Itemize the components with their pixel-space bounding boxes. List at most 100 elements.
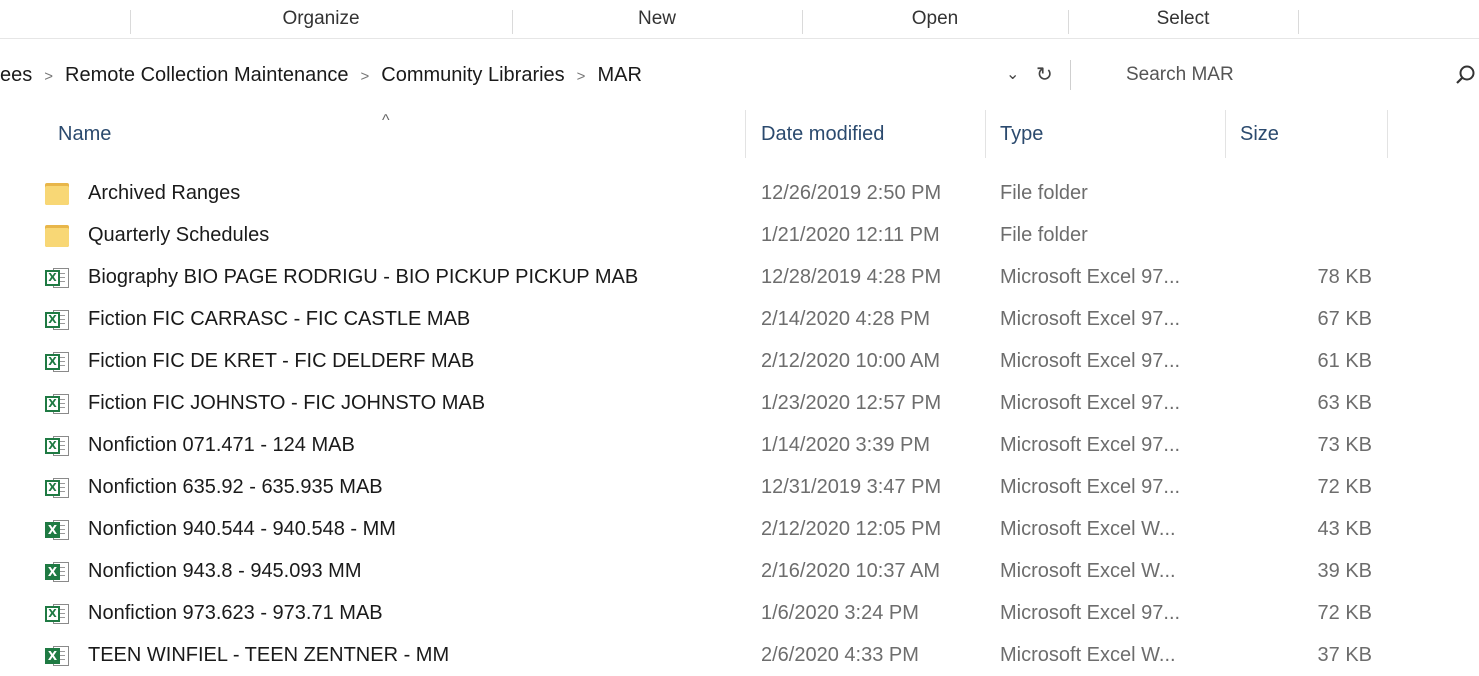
ribbon-group-open: Open bbox=[911, 8, 959, 29]
ribbon-border bbox=[0, 38, 1479, 39]
file-size: 72 KB bbox=[1317, 476, 1372, 498]
file-date-modified: 2/6/2020 4:33 PM bbox=[761, 644, 919, 666]
file-type: Microsoft Excel W... bbox=[1000, 560, 1176, 582]
file-date-modified: 2/14/2020 4:28 PM bbox=[761, 308, 931, 330]
file-type: Microsoft Excel 97... bbox=[1000, 434, 1181, 456]
excel-97-icon: X bbox=[45, 475, 71, 501]
file-name: Nonfiction 635.92 - 635.935 MAB bbox=[88, 476, 383, 498]
excel-97-icon: X bbox=[45, 433, 71, 459]
address-divider bbox=[1070, 60, 1071, 90]
file-date-modified: 1/6/2020 3:24 PM bbox=[761, 602, 919, 624]
file-type: File folder bbox=[1000, 182, 1088, 204]
column-divider[interactable] bbox=[985, 110, 986, 158]
column-header-name[interactable]: Name bbox=[58, 117, 111, 151]
file-name: Fiction FIC JOHNSTO - FIC JOHNSTO MAB bbox=[88, 392, 486, 414]
file-type: Microsoft Excel 97... bbox=[1000, 476, 1181, 498]
file-size: 43 KB bbox=[1317, 518, 1372, 540]
file-type: Microsoft Excel 97... bbox=[1000, 602, 1181, 624]
file-name: Nonfiction 071.471 - 124 MAB bbox=[88, 434, 355, 456]
file-date-modified: 2/16/2020 10:37 AM bbox=[761, 560, 941, 582]
file-size: 78 KB bbox=[1317, 266, 1372, 288]
chevron-right-icon[interactable]: > bbox=[361, 58, 370, 96]
breadcrumb-item-community-libraries[interactable]: Community Libraries bbox=[381, 56, 564, 94]
file-row[interactable]: X Nonfiction 071.471 - 124 MAB 1/14/2020… bbox=[0, 424, 1479, 466]
file-type: Microsoft Excel 97... bbox=[1000, 350, 1181, 372]
file-date-modified: 1/21/2020 12:11 PM bbox=[761, 224, 940, 246]
column-divider[interactable] bbox=[745, 110, 746, 158]
excel-workbook-icon: X bbox=[45, 643, 71, 669]
file-date-modified: 2/12/2020 12:05 PM bbox=[761, 518, 942, 540]
file-name: Fiction FIC CARRASC - FIC CASTLE MAB bbox=[88, 308, 471, 330]
file-name: Nonfiction 943.8 - 945.093 MM bbox=[88, 560, 362, 582]
file-row[interactable]: X Nonfiction 940.544 - 940.548 - MM 2/12… bbox=[0, 508, 1479, 550]
breadcrumb-item-mar[interactable]: MAR bbox=[597, 56, 641, 94]
file-size: 37 KB bbox=[1317, 644, 1372, 666]
file-type: Microsoft Excel W... bbox=[1000, 644, 1176, 666]
file-row[interactable]: X Fiction FIC JOHNSTO - FIC JOHNSTO MAB … bbox=[0, 382, 1479, 424]
excel-97-icon: X bbox=[45, 391, 71, 417]
file-date-modified: 1/23/2020 12:57 PM bbox=[761, 392, 942, 414]
file-row[interactable]: X Nonfiction 973.623 - 973.71 MAB 1/6/20… bbox=[0, 592, 1479, 634]
file-name: TEEN WINFIEL - TEEN ZENTNER - MM bbox=[88, 644, 450, 666]
file-list: Archived Ranges 12/26/2019 2:50 PM File … bbox=[0, 172, 1479, 676]
chevron-right-icon[interactable]: > bbox=[577, 58, 586, 96]
search-icon[interactable] bbox=[1455, 64, 1477, 86]
file-date-modified: 12/26/2019 2:50 PM bbox=[761, 182, 942, 204]
sort-ascending-icon: ^ bbox=[382, 112, 390, 129]
ribbon-group-organize: Organize bbox=[282, 8, 360, 29]
file-name: Archived Ranges bbox=[88, 182, 241, 204]
ribbon-group-new: New bbox=[637, 8, 676, 29]
folder-icon bbox=[45, 223, 71, 249]
file-row[interactable]: X Biography BIO PAGE RODRIGU - BIO PICKU… bbox=[0, 256, 1479, 298]
ribbon-group-select: Select bbox=[1156, 8, 1210, 29]
refresh-icon[interactable]: ↻ bbox=[1036, 56, 1053, 94]
file-size: 67 KB bbox=[1317, 308, 1372, 330]
chevron-right-icon[interactable]: > bbox=[44, 58, 53, 96]
excel-97-icon: X bbox=[45, 601, 71, 627]
file-type: Microsoft Excel 97... bbox=[1000, 266, 1181, 288]
file-name: Nonfiction 940.544 - 940.548 - MM bbox=[88, 518, 396, 540]
file-row[interactable]: Quarterly Schedules 1/21/2020 12:11 PM F… bbox=[0, 214, 1479, 256]
file-date-modified: 12/28/2019 4:28 PM bbox=[761, 266, 942, 288]
breadcrumb: ees > Remote Collection Maintenance > Commun… bbox=[0, 56, 642, 94]
breadcrumb-item-truncated[interactable]: ees bbox=[0, 56, 32, 94]
file-name: Fiction FIC DE KRET - FIC DELDERF MAB bbox=[88, 350, 475, 372]
file-type: Microsoft Excel 97... bbox=[1000, 392, 1181, 414]
file-row[interactable]: Archived Ranges 12/26/2019 2:50 PM File … bbox=[0, 172, 1479, 214]
file-row[interactable]: X Nonfiction 943.8 - 945.093 MM 2/16/202… bbox=[0, 550, 1479, 592]
file-size: 61 KB bbox=[1317, 350, 1372, 372]
column-divider[interactable] bbox=[1387, 110, 1388, 158]
column-header-date-modified[interactable]: Date modified bbox=[761, 117, 884, 151]
ribbon-divider bbox=[1298, 10, 1299, 34]
file-date-modified: 1/14/2020 3:39 PM bbox=[761, 434, 931, 456]
file-row[interactable]: X Fiction FIC CARRASC - FIC CASTLE MAB 2… bbox=[0, 298, 1479, 340]
column-header-size[interactable]: Size bbox=[1240, 117, 1279, 151]
file-name: Biography BIO PAGE RODRIGU - BIO PICKUP … bbox=[88, 266, 639, 288]
file-size: 63 KB bbox=[1317, 392, 1372, 414]
file-row[interactable]: X Nonfiction 635.92 - 635.935 MAB 12/31/… bbox=[0, 466, 1479, 508]
file-size: 39 KB bbox=[1317, 560, 1372, 582]
excel-97-icon: X bbox=[45, 265, 71, 291]
excel-workbook-icon: X bbox=[45, 517, 71, 543]
breadcrumb-item-remote-collection-maintenance[interactable]: Remote Collection Maintenance bbox=[65, 56, 349, 94]
excel-97-icon: X bbox=[45, 307, 71, 333]
file-row[interactable]: X Fiction FIC DE KRET - FIC DELDERF MAB … bbox=[0, 340, 1479, 382]
column-divider[interactable] bbox=[1225, 110, 1226, 158]
excel-97-icon: X bbox=[45, 349, 71, 375]
file-size: 73 KB bbox=[1317, 434, 1372, 456]
file-type: Microsoft Excel W... bbox=[1000, 518, 1176, 540]
address-bar[interactable]: ees > Remote Collection Maintenance > Commun… bbox=[0, 56, 1075, 94]
file-row[interactable]: X TEEN WINFIEL - TEEN ZENTNER - MM 2/6/2… bbox=[0, 634, 1479, 676]
search-box[interactable] bbox=[1096, 56, 1476, 94]
file-name: Quarterly Schedules bbox=[88, 224, 270, 246]
file-size bbox=[1230, 214, 1372, 256]
ribbon-groups: Organize New Open Select bbox=[0, 0, 1479, 38]
file-date-modified: 2/12/2020 10:00 AM bbox=[761, 350, 941, 372]
file-size bbox=[1230, 172, 1372, 214]
search-input[interactable] bbox=[1096, 56, 1436, 94]
column-header-type[interactable]: Type bbox=[1000, 117, 1043, 151]
file-type: Microsoft Excel 97... bbox=[1000, 308, 1181, 330]
file-date-modified: 12/31/2019 3:47 PM bbox=[761, 476, 942, 498]
address-history-dropdown-icon[interactable]: ⌄ bbox=[1006, 56, 1019, 94]
file-size: 72 KB bbox=[1317, 602, 1372, 624]
